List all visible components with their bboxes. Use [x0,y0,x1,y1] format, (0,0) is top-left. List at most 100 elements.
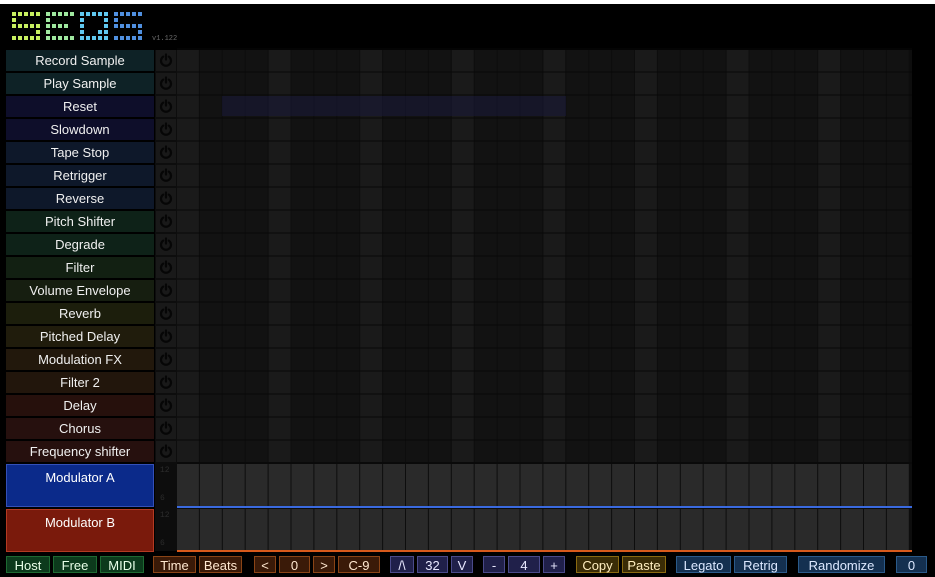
modulator-b-step[interactable] [222,509,245,552]
modulator-a-step[interactable] [703,464,726,507]
modulator-a-step[interactable] [749,464,772,507]
paste-button[interactable]: Paste [622,556,666,573]
modulator-a-step[interactable] [772,464,795,507]
effect-label[interactable]: Pitched Delay [6,326,154,347]
modulator-b-step[interactable] [772,509,795,552]
host-sync-button[interactable]: Host [6,556,50,573]
effect-label[interactable]: Reverse [6,188,154,209]
modulator-b-step[interactable] [657,509,680,552]
effect-power-toggle[interactable] [156,326,176,347]
effect-label[interactable]: Delay [6,395,154,416]
effect-label[interactable]: Degrade [6,234,154,255]
effect-label[interactable]: Filter [6,257,154,278]
retrig-button[interactable]: Retrig [734,556,787,573]
modulator-a-step[interactable] [589,464,612,507]
modulator-b-step[interactable] [566,509,589,552]
modulator-b-button[interactable]: Modulator B [6,509,154,552]
offset-increase-button[interactable]: > [313,556,335,573]
effect-power-toggle[interactable] [156,119,176,140]
effect-power-toggle[interactable] [156,372,176,393]
modulator-a-step[interactable] [818,464,841,507]
effect-power-toggle[interactable] [156,303,176,324]
effect-label[interactable]: Tape Stop [6,142,154,163]
modulator-b-step[interactable] [360,509,383,552]
length-up-button[interactable]: /\ [390,556,414,573]
modulator-b-step[interactable] [268,509,291,552]
modulator-a-step[interactable] [497,464,520,507]
copy-button[interactable]: Copy [576,556,619,573]
modulator-b-step[interactable] [635,509,657,552]
modulator-b-step[interactable] [612,509,634,552]
modulator-b-step[interactable] [497,509,520,552]
modulator-a-step[interactable] [428,464,451,507]
effect-power-toggle[interactable] [156,188,176,209]
modulator-a-step[interactable] [886,464,909,507]
effect-label[interactable]: Pitch Shifter [6,211,154,232]
effect-power-toggle[interactable] [156,165,176,186]
modulator-b-step[interactable] [406,509,428,552]
effect-power-toggle[interactable] [156,349,176,370]
modulator-a-step[interactable] [474,464,497,507]
effect-power-toggle[interactable] [156,96,176,117]
effect-power-toggle[interactable] [156,73,176,94]
modulator-a-step[interactable] [657,464,680,507]
modulator-b-step[interactable] [680,509,703,552]
modulator-b-step[interactable] [314,509,337,552]
effect-label[interactable]: Reverb [6,303,154,324]
modulator-b-step[interactable] [864,509,886,552]
modulator-b-step[interactable] [337,509,360,552]
free-sync-button[interactable]: Free [53,556,97,573]
modulator-a-step[interactable] [314,464,337,507]
modulator-a-step[interactable] [795,464,818,507]
modulator-b-step[interactable] [795,509,818,552]
modulator-a-step[interactable] [383,464,405,507]
effect-label[interactable]: Slowdown [6,119,154,140]
effect-power-toggle[interactable] [156,441,176,462]
effect-label[interactable]: Play Sample [6,73,154,94]
modulator-a-step[interactable] [291,464,314,507]
modulator-a-step[interactable] [566,464,589,507]
modulator-b-step[interactable] [291,509,314,552]
modulator-a-step[interactable] [199,464,222,507]
modulator-b-step[interactable] [749,509,772,552]
effect-label[interactable]: Modulation FX [6,349,154,370]
modulator-a-step[interactable] [245,464,268,507]
modulator-a-step[interactable] [268,464,291,507]
modulator-a-step[interactable] [222,464,245,507]
randomize-button[interactable]: Randomize [798,556,885,573]
effect-power-toggle[interactable] [156,142,176,163]
division-increase-button[interactable]: + [543,556,565,573]
modulator-a-step[interactable] [360,464,383,507]
modulator-b-step[interactable] [703,509,726,552]
modulator-a-step[interactable] [451,464,474,507]
modulator-a-step[interactable] [841,464,863,507]
effect-label[interactable]: Frequency shifter [6,441,154,462]
modulator-a-step[interactable] [612,464,634,507]
effect-power-toggle[interactable] [156,280,176,301]
midi-note-field[interactable]: C-9 [338,556,380,573]
modulator-a-step[interactable] [337,464,360,507]
effect-label[interactable]: Record Sample [6,50,154,71]
effect-power-toggle[interactable] [156,395,176,416]
modulator-b-step[interactable] [199,509,222,552]
length-down-button[interactable]: V [451,556,473,573]
modulator-b-step[interactable] [841,509,863,552]
effect-power-toggle[interactable] [156,50,176,71]
effect-label[interactable]: Reset [6,96,154,117]
effect-power-toggle[interactable] [156,257,176,278]
division-decrease-button[interactable]: - [483,556,505,573]
modulator-b-step[interactable] [886,509,909,552]
modulator-a-step[interactable] [520,464,543,507]
effect-power-toggle[interactable] [156,211,176,232]
modulator-b-step[interactable] [428,509,451,552]
modulator-b-step[interactable] [543,509,566,552]
modulator-a-step[interactable] [864,464,886,507]
modulator-b-step[interactable] [726,509,749,552]
legato-button[interactable]: Legato [676,556,731,573]
time-mode-button[interactable]: Time [153,556,196,573]
effect-label[interactable]: Retrigger [6,165,154,186]
modulator-a-step[interactable] [635,464,657,507]
midi-sync-button[interactable]: MIDI [100,556,144,573]
modulator-b-step[interactable] [474,509,497,552]
modulator-a-step[interactable] [406,464,428,507]
